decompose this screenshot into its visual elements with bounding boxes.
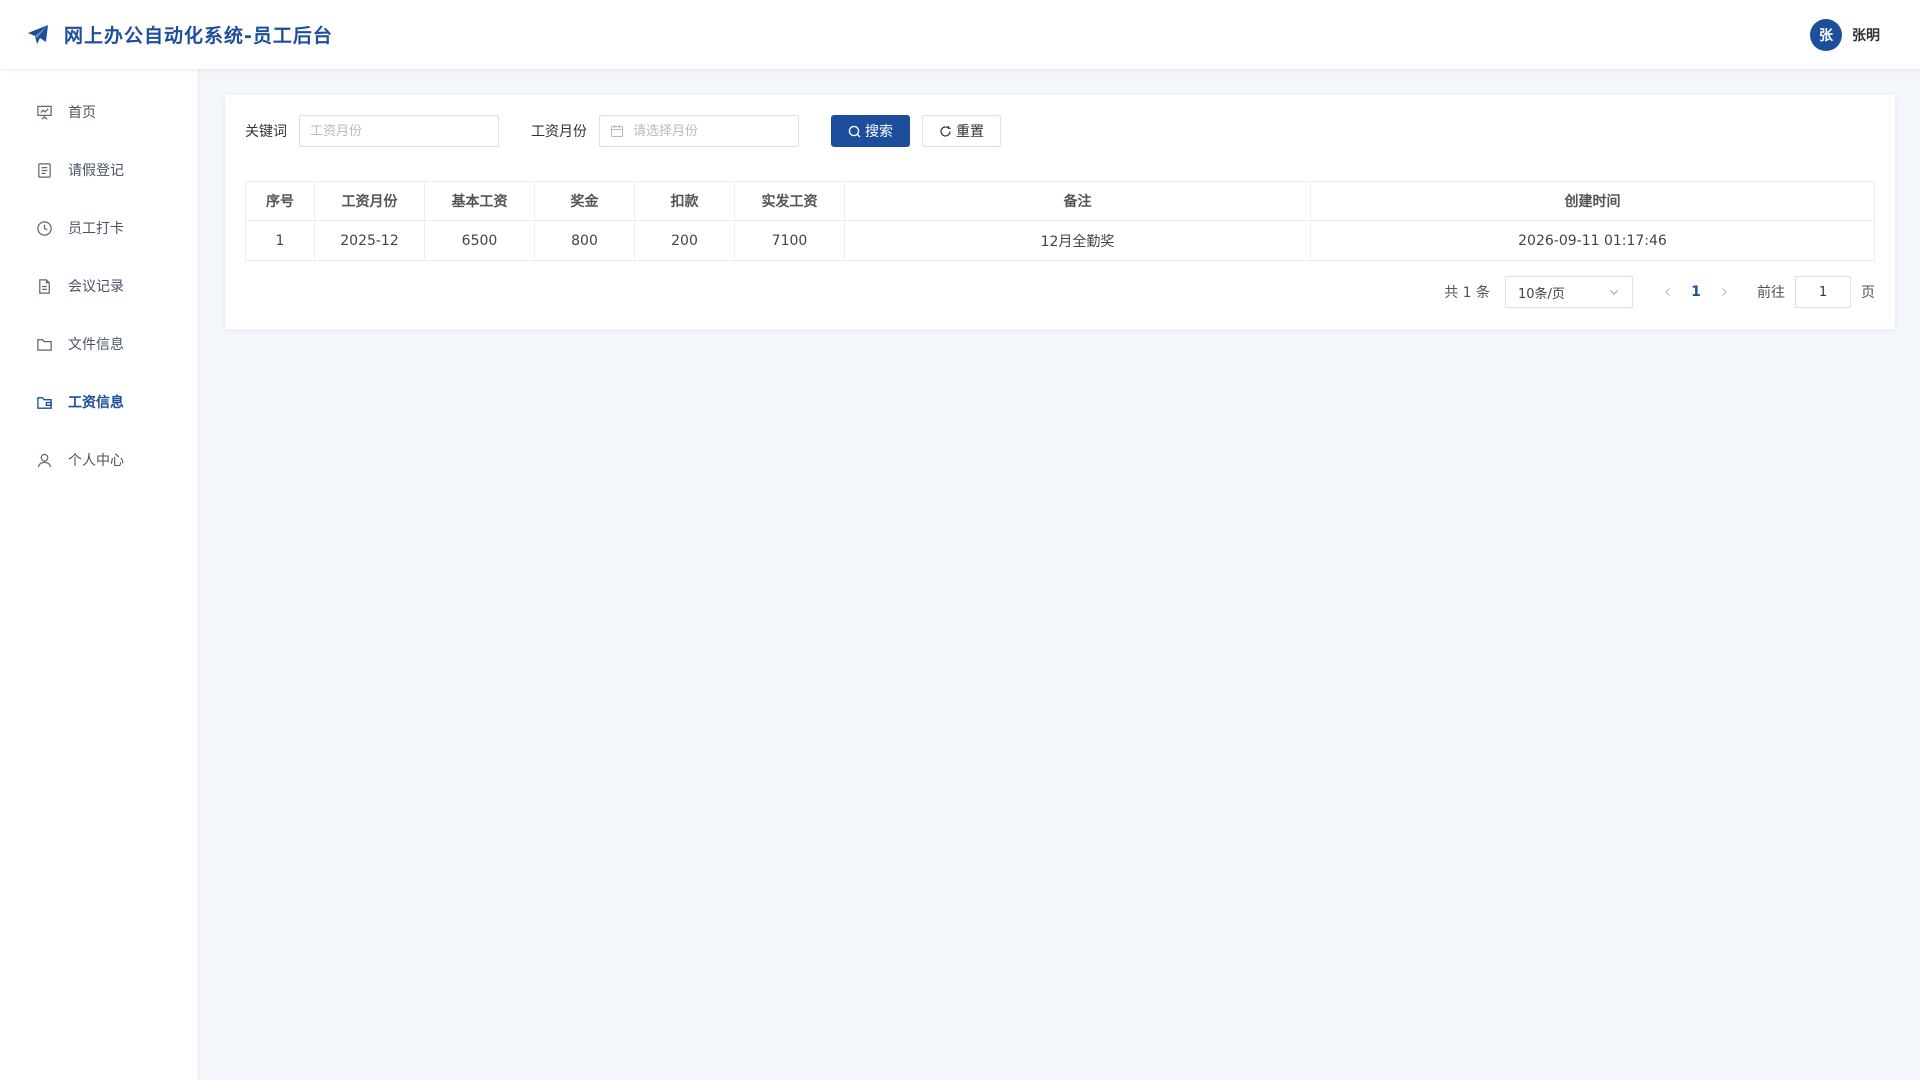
- keyword-input[interactable]: [299, 115, 499, 147]
- next-page-button[interactable]: [1711, 287, 1737, 297]
- sidebar-item-salary[interactable]: 工资信息: [0, 373, 198, 431]
- prev-page-button[interactable]: [1655, 287, 1681, 297]
- user-menu[interactable]: 张 张明: [1810, 18, 1880, 51]
- clock-icon: [35, 219, 53, 237]
- reset-button[interactable]: 重置: [922, 115, 1001, 147]
- table-cell: 1: [245, 220, 315, 261]
- top-header: 网上办公自动化系统-员工后台 张 张明: [0, 0, 1920, 69]
- user-icon: [35, 451, 53, 469]
- sidebar-item-label: 文件信息: [68, 337, 124, 353]
- sidebar-item-home[interactable]: 首页: [0, 83, 198, 141]
- pagination: 共 1 条 10条/页 1 前往 页: [245, 276, 1875, 308]
- table-cell: 2026-09-11 01:17:46: [1310, 220, 1875, 261]
- column-header: 创建时间: [1310, 181, 1875, 221]
- search-icon: [848, 125, 861, 137]
- goto-page: 前往 页: [1757, 276, 1875, 308]
- keyword-label: 关键词: [245, 124, 287, 140]
- refresh-icon: [940, 125, 951, 137]
- table-cell: 800: [534, 220, 635, 261]
- salary-card: 关键词 工资月份 搜索 重置 序号 工资月份 基本工资 奖金 扣款 实发工资: [225, 95, 1895, 329]
- document-list-icon: [35, 161, 53, 179]
- sidebar-item-label: 工资信息: [68, 395, 124, 411]
- page-suffix: 页: [1861, 285, 1875, 301]
- table-cell: 7100: [734, 220, 845, 261]
- reset-button-label: 重置: [956, 124, 984, 140]
- column-header: 实发工资: [734, 181, 845, 221]
- table-header-row: 序号 工资月份 基本工资 奖金 扣款 实发工资 备注 创建时间: [245, 181, 1875, 221]
- document-icon: [35, 277, 53, 295]
- paper-plane-icon: [26, 23, 50, 47]
- folder-icon: [35, 335, 53, 353]
- page-number[interactable]: 1: [1681, 284, 1711, 300]
- app-title: 网上办公自动化系统-员工后台: [64, 25, 333, 47]
- table-cell: 6500: [424, 220, 535, 261]
- chevron-down-icon: [1610, 290, 1618, 295]
- brand: 网上办公自动化系统-员工后台: [26, 21, 333, 48]
- goto-label: 前往: [1757, 285, 1785, 301]
- calendar-icon: [610, 124, 624, 138]
- table-row[interactable]: 1 2025-12 6500 800 200 7100 12月全勤奖 2026-…: [245, 220, 1875, 261]
- avatar[interactable]: 张: [1810, 18, 1842, 51]
- sidebar-item-attendance[interactable]: 员工打卡: [0, 199, 198, 257]
- sidebar-item-leave[interactable]: 请假登记: [0, 141, 198, 199]
- sidebar-item-profile[interactable]: 个人中心: [0, 431, 198, 489]
- page-size-select[interactable]: 10条/页: [1505, 276, 1633, 308]
- sidebar-item-label: 首页: [68, 105, 96, 121]
- column-header: 工资月份: [314, 181, 425, 221]
- wallet-folder-icon: [35, 393, 53, 411]
- column-header: 备注: [844, 181, 1311, 221]
- month-picker[interactable]: [599, 115, 799, 147]
- sidebar-item-meetings[interactable]: 会议记录: [0, 257, 198, 315]
- search-button-label: 搜索: [865, 124, 893, 140]
- column-header: 基本工资: [424, 181, 535, 221]
- month-input[interactable]: [599, 115, 799, 147]
- sidebar-item-label: 请假登记: [68, 163, 124, 179]
- table-cell: 2025-12: [314, 220, 425, 261]
- column-header: 序号: [245, 181, 315, 221]
- sidebar-item-label: 个人中心: [68, 453, 124, 469]
- table-cell: 200: [634, 220, 735, 261]
- user-name[interactable]: 张明: [1852, 25, 1880, 45]
- chevron-right-icon: [1722, 288, 1727, 296]
- month-label: 工资月份: [531, 124, 587, 140]
- chevron-left-icon: [1665, 288, 1670, 296]
- column-header: 奖金: [534, 181, 635, 221]
- sidebar-item-files[interactable]: 文件信息: [0, 315, 198, 373]
- sidebar-item-label: 员工打卡: [68, 221, 124, 237]
- sidebar: 首页 请假登记 员工打卡 会议记录 文件信息 工资信息 个人中心: [0, 69, 199, 1080]
- pagination-total: 共 1 条: [1444, 285, 1490, 301]
- salary-table: 序号 工资月份 基本工资 奖金 扣款 实发工资 备注 创建时间 1 2025-1…: [245, 181, 1875, 261]
- sidebar-item-label: 会议记录: [68, 279, 124, 295]
- page-size-value: 10条/页: [1518, 286, 1565, 302]
- presentation-icon: [35, 103, 53, 121]
- search-button[interactable]: 搜索: [831, 115, 910, 147]
- goto-page-input[interactable]: [1795, 276, 1851, 308]
- table-cell: 12月全勤奖: [844, 220, 1311, 261]
- column-header: 扣款: [634, 181, 735, 221]
- filter-bar: 关键词 工资月份 搜索 重置: [245, 115, 1875, 147]
